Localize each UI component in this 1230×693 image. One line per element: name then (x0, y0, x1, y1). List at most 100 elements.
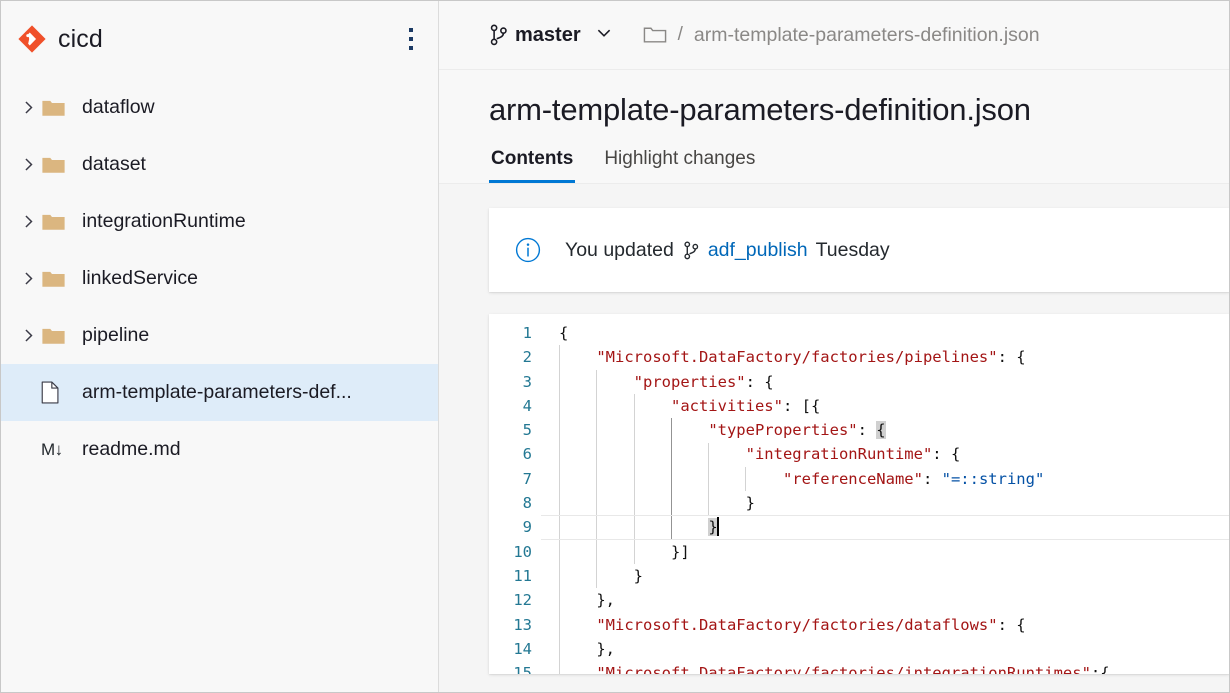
markdown-icon: M↓ (41, 441, 73, 458)
line-number: 11 (489, 564, 541, 588)
line-number: 1 (489, 321, 541, 345)
breadcrumb-root-folder[interactable] (643, 24, 667, 46)
line-content: "integrationRuntime": { (541, 442, 1229, 466)
code-line: 9 } (489, 515, 1229, 539)
repo-file-browser: cicd dataflow dataset integrationRuntime li… (0, 0, 1230, 693)
branch-link[interactable]: adf_publish (708, 239, 808, 262)
line-number: 2 (489, 345, 541, 369)
chevron-right-icon[interactable] (15, 270, 41, 287)
code-viewer[interactable]: 1 {2 "Microsoft.DataFactory/factories/pip… (489, 314, 1229, 674)
folder-icon (41, 155, 73, 175)
tree-item-readme-md[interactable]: M↓readme.md (1, 421, 438, 478)
kebab-dot (409, 46, 413, 50)
tree-item-label: dataset (82, 153, 146, 176)
notice-prefix: You updated (565, 239, 674, 262)
line-content: "activities": [{ (541, 394, 1229, 418)
chevron-right-icon[interactable] (15, 213, 41, 230)
json-key: "Microsoft.DataFactory/factories/dataflo… (596, 616, 997, 634)
tree-item-pipeline[interactable]: pipeline (1, 307, 438, 364)
more-options-button[interactable] (398, 23, 424, 55)
code-line: 12 }, (489, 588, 1229, 612)
code-line: 8 } (489, 491, 1229, 515)
branch-selector[interactable]: master (489, 24, 613, 47)
json-punctuation: { (559, 324, 568, 342)
tree-item-dataset[interactable]: dataset (1, 136, 438, 193)
page-title: arm-template-parameters-definition.json (489, 92, 1229, 128)
json-punctuation: :{ (1091, 664, 1110, 674)
tab-highlight-changes[interactable]: Highlight changes (602, 148, 757, 183)
line-number: 14 (489, 637, 541, 661)
folder-icon (643, 24, 667, 46)
azure-repos-icon (17, 24, 47, 54)
code-line: 2 "Microsoft.DataFactory/factories/pipel… (489, 345, 1229, 369)
json-punctuation: } (634, 567, 643, 585)
json-key: "typeProperties" (708, 421, 857, 439)
line-content: }, (541, 637, 1229, 661)
json-punctuation: : { (998, 348, 1026, 366)
file-icon (41, 381, 73, 404)
json-key: "Microsoft.DataFactory/factories/integra… (596, 664, 1091, 674)
line-content: "Microsoft.DataFactory/factories/dataflo… (541, 613, 1229, 637)
file-view-tabs: Contents Highlight changes (439, 128, 1229, 184)
folder-icon (41, 269, 73, 289)
breadcrumb-file[interactable]: arm-template-parameters-definition.json (694, 24, 1040, 47)
text-cursor (717, 517, 719, 536)
line-number: 7 (489, 467, 541, 491)
json-key: "integrationRuntime" (746, 445, 933, 463)
line-number: 4 (489, 394, 541, 418)
json-punctuation: : { (746, 373, 774, 391)
line-number: 15 (489, 661, 541, 674)
update-notice: You updated adf_publish Tuesday (489, 208, 1229, 292)
tree-item-linkedservice[interactable]: linkedService (1, 250, 438, 307)
code-line: 10 }] (489, 540, 1229, 564)
folder-icon (41, 98, 73, 118)
json-punctuation: : { (998, 616, 1026, 634)
folder-icon (41, 326, 73, 346)
file-tree: dataflow dataset integrationRuntime linkedS… (1, 77, 438, 478)
line-number: 3 (489, 370, 541, 394)
tree-item-label: linkedService (82, 267, 198, 290)
kebab-dot (409, 28, 413, 32)
code-line: 15 "Microsoft.DataFactory/factories/inte… (489, 661, 1229, 674)
chevron-right-icon[interactable] (15, 156, 41, 173)
json-key: "activities" (671, 397, 783, 415)
update-notice-text: You updated adf_publish Tuesday (565, 239, 890, 262)
chevron-down-icon (595, 24, 613, 47)
tree-item-label: dataflow (82, 96, 155, 119)
tree-item-dataflow[interactable]: dataflow (1, 79, 438, 136)
line-number: 6 (489, 442, 541, 466)
tree-item-integrationruntime[interactable]: integrationRuntime (1, 193, 438, 250)
line-content: } (541, 564, 1229, 588)
json-punctuation: }, (596, 591, 615, 609)
line-number: 12 (489, 588, 541, 612)
code-line: 3 "properties": { (489, 370, 1229, 394)
chevron-right-icon[interactable] (15, 99, 41, 116)
kebab-dot (409, 37, 413, 41)
line-number: 9 (489, 515, 541, 539)
notice-timestamp: Tuesday (816, 239, 890, 262)
json-punctuation: }, (596, 640, 615, 658)
code-line: 14 }, (489, 637, 1229, 661)
code-line: 7 "referenceName": "=::string" (489, 467, 1229, 491)
folder-icon (41, 212, 73, 232)
json-punctuation: : [{ (783, 397, 820, 415)
line-content: "referenceName": "=::string" (541, 467, 1229, 491)
git-branch-icon (683, 241, 700, 260)
chevron-right-icon[interactable] (15, 327, 41, 344)
line-content: "Microsoft.DataFactory/factories/pipelin… (541, 345, 1229, 369)
code-line: 13 "Microsoft.DataFactory/factories/data… (489, 613, 1229, 637)
line-number: 10 (489, 540, 541, 564)
line-content: } (541, 491, 1229, 515)
json-key: "referenceName" (783, 470, 923, 488)
json-punctuation: : (858, 421, 877, 439)
line-content: }] (541, 540, 1229, 564)
line-number: 5 (489, 418, 541, 442)
code-lines: 1 {2 "Microsoft.DataFactory/factories/pip… (489, 314, 1229, 674)
content-scroll-area[interactable]: You updated adf_publish Tuesday (439, 184, 1229, 692)
repo-name: cicd (58, 25, 398, 54)
tab-contents[interactable]: Contents (489, 148, 575, 183)
tree-item-arm-template-parameters-def-[interactable]: arm-template-parameters-def... (1, 364, 438, 421)
json-punctuation: : (923, 470, 942, 488)
info-icon (515, 237, 541, 263)
git-branch-icon (489, 24, 509, 46)
